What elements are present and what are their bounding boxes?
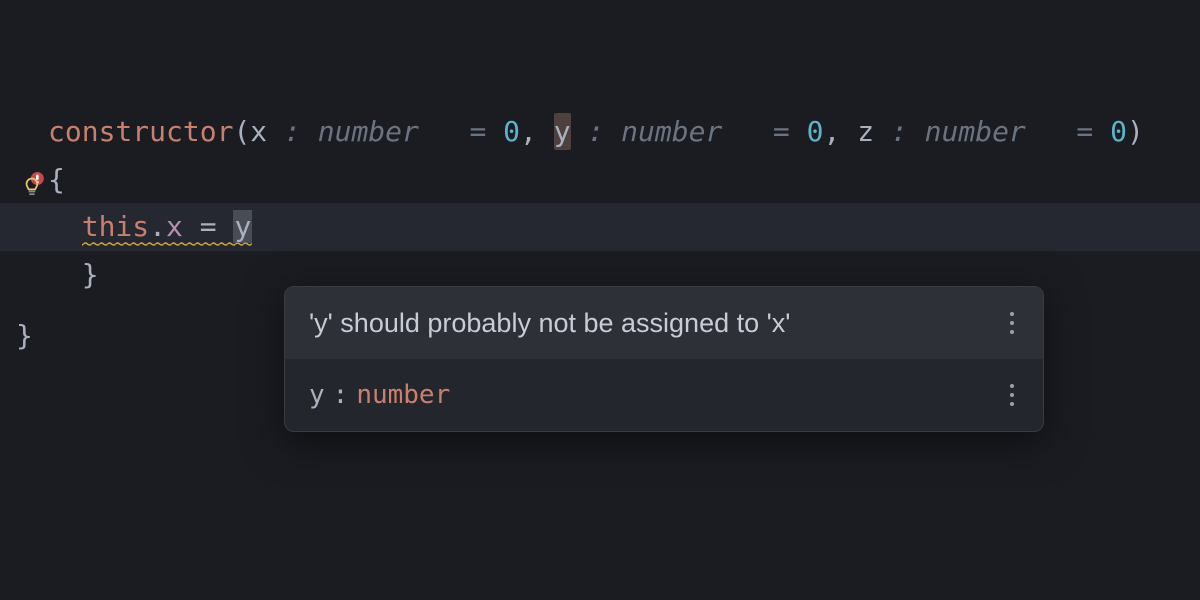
property-x: x <box>166 210 183 243</box>
brace-close-inner: } <box>82 258 99 291</box>
keyword-this: this <box>82 210 149 243</box>
default-z: 0 <box>1110 115 1127 148</box>
param-y-highlighted[interactable]: y <box>554 113 571 150</box>
code-line-brace-open[interactable]: { <box>0 156 1200 204</box>
param-x: x <box>250 115 284 148</box>
type-info-row[interactable]: y: number <box>285 359 1043 431</box>
lightbulb-error-icon[interactable] <box>20 172 46 198</box>
eq-y: = <box>756 115 807 148</box>
dot: . <box>149 210 166 243</box>
inspection-popup[interactable]: 'y' should probably not be assigned to '… <box>284 286 1044 432</box>
warning-squiggle[interactable]: this.x = y <box>82 210 253 249</box>
more-actions-icon[interactable] <box>1005 307 1019 339</box>
warning-row[interactable]: 'y' should probably not be assigned to '… <box>285 287 1043 359</box>
type-colon: : <box>333 380 349 410</box>
default-x: 0 <box>503 115 520 148</box>
eq-z: = <box>1060 115 1111 148</box>
type-var: y <box>309 380 325 410</box>
eq-x: = <box>453 115 504 148</box>
keyword-constructor: constructor <box>48 115 233 148</box>
param-z: z <box>857 115 891 148</box>
type-info: y: number <box>309 380 450 410</box>
paren-close: ) <box>1127 115 1144 148</box>
assign-op: = <box>183 210 234 243</box>
comma-1: , <box>520 115 537 148</box>
default-y: 0 <box>807 115 824 148</box>
code-line-assignment[interactable]: this.x = y <box>0 203 1200 251</box>
comma-2: , <box>823 115 840 148</box>
more-actions-icon[interactable] <box>1005 379 1019 411</box>
brace-open: { <box>48 163 65 196</box>
type-hint-x: : number <box>284 115 453 148</box>
type-name: number <box>356 380 450 410</box>
brace-close-outer: } <box>16 319 33 352</box>
cursor-position[interactable]: y <box>233 210 252 243</box>
rhs-y: y <box>234 210 251 243</box>
type-hint-z: : number <box>891 115 1060 148</box>
paren-open: ( <box>233 115 250 148</box>
type-hint-y: : number <box>571 115 756 148</box>
warning-message: 'y' should probably not be assigned to '… <box>309 308 790 339</box>
code-line-constructor[interactable]: constructor(x : number = 0, y : number =… <box>0 108 1200 156</box>
